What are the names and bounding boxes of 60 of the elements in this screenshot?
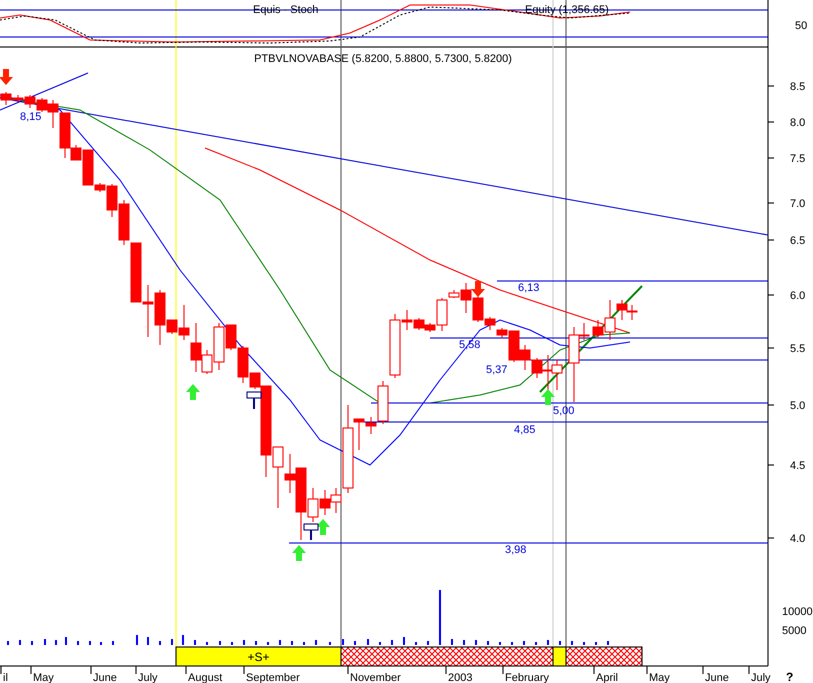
axis-label: 5.5 (790, 343, 806, 355)
tick-mark (30, 666, 32, 674)
axis-label: May (33, 672, 54, 683)
signal-band (552, 646, 566, 666)
price-level-label: 5,37 (486, 364, 508, 376)
axis-label: 8.5 (790, 81, 806, 93)
axis-label: 10000 (782, 606, 813, 618)
axis-label: June (93, 672, 117, 683)
up-arrow-icon (541, 389, 555, 405)
axis-label: July (751, 672, 771, 683)
candlestick (552, 360, 562, 390)
axis-label: November (350, 672, 401, 683)
candlestick (520, 344, 530, 370)
axis-label: 8.0 (790, 117, 806, 129)
price-level-label: 6,13 (518, 282, 540, 294)
axis-label: July (138, 672, 158, 683)
tick-mark (768, 294, 774, 296)
axis-label: 2003 (448, 672, 472, 683)
axis-label: il (3, 672, 8, 683)
tick-mark (748, 666, 750, 674)
flag-marker-icon (304, 524, 318, 540)
axis-label: June (705, 672, 729, 683)
tick-mark (502, 666, 504, 674)
axis-label: 4.0 (790, 533, 806, 545)
axis-label: 7.5 (790, 153, 806, 165)
tick-mark (90, 666, 92, 674)
up-arrow-icon (186, 384, 200, 400)
axis-label: 4.5 (790, 460, 806, 472)
signal-band: +S+ (176, 646, 342, 666)
up-arrow-icon (316, 519, 330, 535)
price-level-label: 4,85 (514, 424, 536, 436)
axis-label: 6.0 (790, 290, 806, 302)
candlestick (320, 490, 330, 516)
axis-label: 6.5 (790, 235, 806, 247)
tick-mark (646, 666, 648, 674)
down-arrow-icon (471, 281, 485, 297)
axis-label: 5.0 (790, 400, 806, 412)
candlestick (118, 200, 130, 246)
axis-label: April (596, 672, 618, 683)
tick-mark (768, 404, 774, 406)
down-arrow-icon (0, 69, 13, 85)
axis-label: May (649, 672, 670, 683)
up-arrow-icon (292, 545, 306, 561)
axis-label: 7.0 (790, 198, 806, 210)
candlestick (626, 304, 638, 320)
axis-label: 50 (795, 20, 808, 32)
tick-mark (768, 464, 774, 466)
candlestick (130, 242, 142, 302)
axis-label: September (246, 672, 300, 683)
tick-mark (0, 666, 2, 674)
help-icon: ? (786, 670, 794, 683)
axis-label: February (505, 672, 550, 683)
price-level-label: 8,15 (20, 111, 42, 123)
axis-label: August (188, 672, 222, 683)
tick-mark (768, 202, 774, 204)
flag-marker-icon (246, 392, 262, 409)
axis-label: 5000 (782, 625, 806, 637)
price-level-label: 3,98 (505, 544, 526, 556)
tick-mark (702, 666, 704, 674)
candlestick (142, 284, 154, 338)
